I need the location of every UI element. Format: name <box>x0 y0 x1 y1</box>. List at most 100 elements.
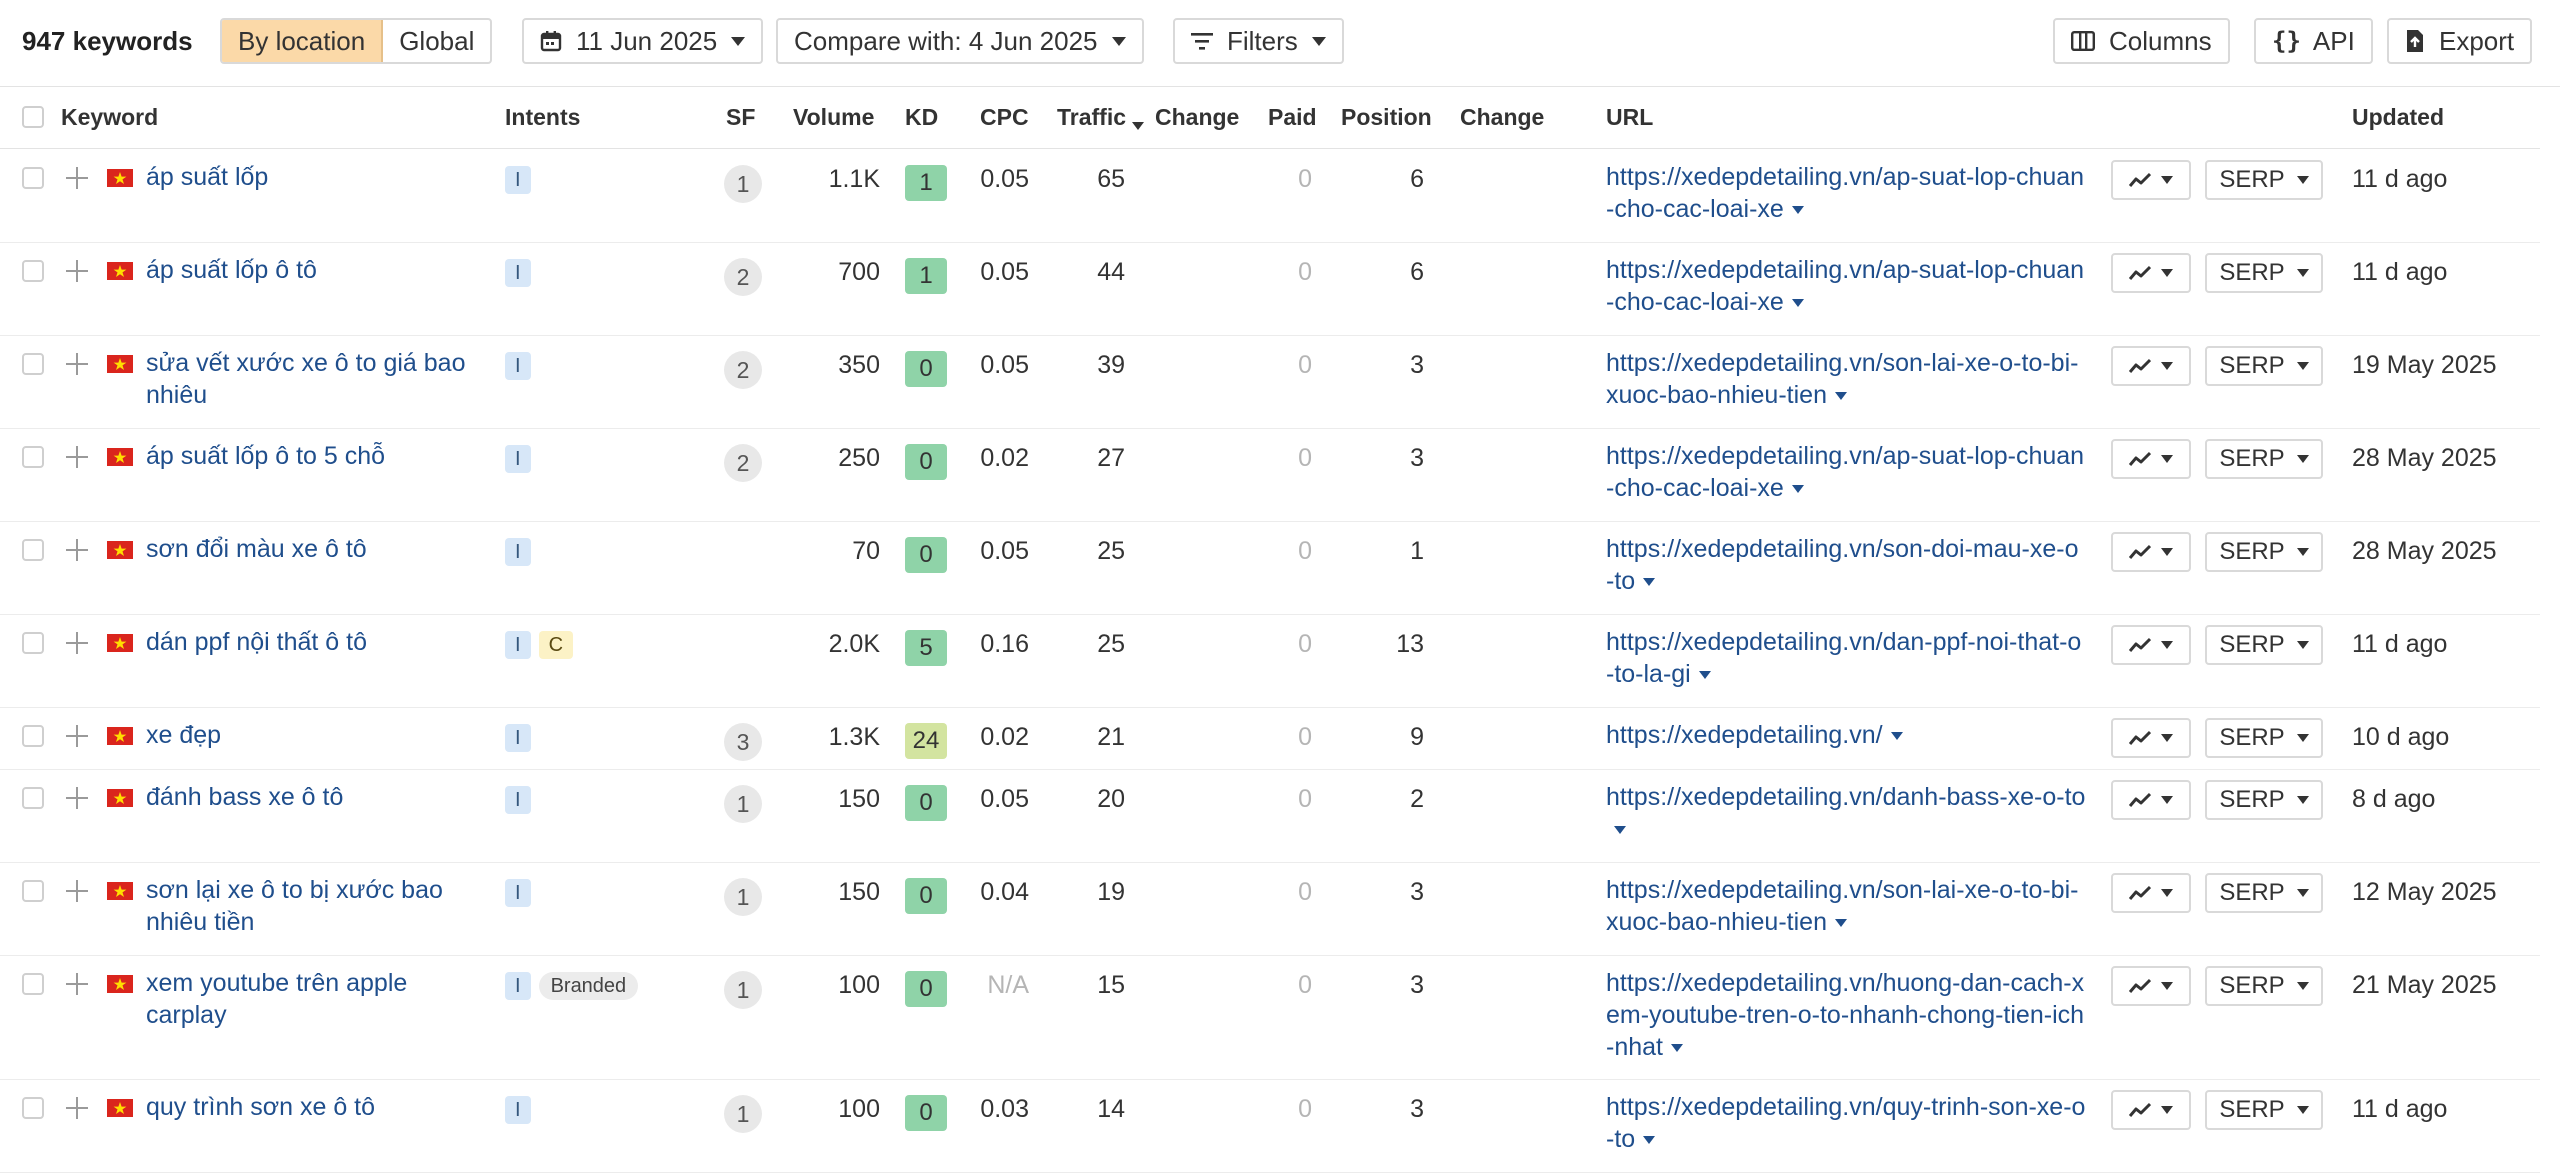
chevron-down-icon[interactable] <box>1791 299 1804 308</box>
columns-button[interactable]: Columns <box>2053 18 2230 64</box>
row-checkbox[interactable] <box>22 973 44 995</box>
row-checkbox[interactable] <box>22 632 44 654</box>
serp-button[interactable]: SERP <box>2205 439 2323 479</box>
keyword-link[interactable]: xe đẹp <box>146 719 476 751</box>
serp-features-count[interactable]: 2 <box>724 351 762 389</box>
trend-button[interactable] <box>2111 718 2191 758</box>
plus-icon[interactable] <box>66 539 88 561</box>
row-checkbox[interactable] <box>22 167 44 189</box>
serp-button[interactable]: SERP <box>2205 873 2323 913</box>
chevron-down-icon[interactable] <box>1834 392 1847 401</box>
select-all-checkbox[interactable] <box>22 106 44 128</box>
col-volume[interactable]: Volume <box>793 104 874 131</box>
plus-icon[interactable] <box>66 973 88 995</box>
serp-button[interactable]: SERP <box>2205 253 2323 293</box>
plus-icon[interactable] <box>66 446 88 468</box>
row-checkbox[interactable] <box>22 1097 44 1119</box>
chevron-down-icon[interactable] <box>1643 1136 1656 1145</box>
row-checkbox[interactable] <box>22 260 44 282</box>
trend-button[interactable] <box>2111 439 2191 479</box>
serp-button[interactable]: SERP <box>2205 625 2323 665</box>
row-checkbox[interactable] <box>22 446 44 468</box>
chevron-down-icon[interactable] <box>1791 206 1804 215</box>
col-intents[interactable]: Intents <box>505 104 580 131</box>
serp-features-count[interactable]: 1 <box>724 165 762 203</box>
col-cpc[interactable]: CPC <box>980 104 1029 131</box>
chevron-down-icon[interactable] <box>1791 485 1804 494</box>
by-location-button[interactable]: By location <box>222 20 384 62</box>
row-checkbox[interactable] <box>22 787 44 809</box>
keyword-link[interactable]: quy trình sơn xe ô tô <box>146 1091 476 1123</box>
col-kd[interactable]: KD <box>905 104 938 131</box>
col-traffic[interactable]: Traffic <box>1057 104 1145 131</box>
plus-icon[interactable] <box>66 353 88 375</box>
col-updated[interactable]: Updated <box>2352 104 2444 131</box>
chevron-down-icon[interactable] <box>1614 826 1626 835</box>
url-link[interactable]: https://xedepdetailing.vn/ <box>1606 719 2086 751</box>
plus-icon[interactable] <box>66 1097 88 1119</box>
url-link[interactable]: https://xedepdetailing.vn/ap-suat-lop-ch… <box>1606 161 2086 225</box>
chevron-down-icon[interactable] <box>1834 919 1847 928</box>
col-paid[interactable]: Paid <box>1268 104 1317 131</box>
keyword-link[interactable]: sửa vết xước xe ô to giá bao nhiêu <box>146 347 476 411</box>
trend-button[interactable] <box>2111 780 2191 820</box>
url-link[interactable]: https://xedepdetailing.vn/ap-suat-lop-ch… <box>1606 254 2086 318</box>
compare-button[interactable]: Compare with: 4 Jun 2025 <box>776 18 1144 64</box>
col-position-change[interactable]: Change <box>1460 104 1544 131</box>
trend-button[interactable] <box>2111 873 2191 913</box>
global-button[interactable]: Global <box>383 20 490 62</box>
col-traffic-change[interactable]: Change <box>1155 104 1239 131</box>
filters-button[interactable]: Filters <box>1173 18 1344 64</box>
url-link[interactable]: https://xedepdetailing.vn/son-lai-xe-o-t… <box>1606 347 2086 411</box>
url-link[interactable]: https://xedepdetailing.vn/danh-bass-xe-o… <box>1606 781 2086 845</box>
trend-button[interactable] <box>2111 253 2191 293</box>
keyword-link[interactable]: sơn lại xe ô to bị xước bao nhiêu tiền <box>146 874 476 938</box>
serp-features-count[interactable]: 1 <box>724 971 762 1009</box>
chevron-down-icon[interactable] <box>1643 578 1656 587</box>
url-link[interactable]: https://xedepdetailing.vn/quy-trinh-son-… <box>1606 1091 2086 1155</box>
serp-features-count[interactable]: 2 <box>724 444 762 482</box>
trend-button[interactable] <box>2111 1090 2191 1130</box>
keyword-link[interactable]: dán ppf nội thất ô tô <box>146 626 476 658</box>
trend-button[interactable] <box>2111 625 2191 665</box>
keyword-link[interactable]: xem youtube trên apple carplay <box>146 967 476 1031</box>
col-keyword[interactable]: Keyword <box>61 104 158 131</box>
export-button[interactable]: Export <box>2387 18 2533 64</box>
col-position[interactable]: Position <box>1341 104 1432 131</box>
serp-button[interactable]: SERP <box>2205 346 2323 386</box>
url-link[interactable]: https://xedepdetailing.vn/ap-suat-lop-ch… <box>1606 440 2086 504</box>
chevron-down-icon[interactable] <box>1670 1044 1683 1053</box>
serp-button[interactable]: SERP <box>2205 532 2323 572</box>
row-checkbox[interactable] <box>22 725 44 747</box>
plus-icon[interactable] <box>66 260 88 282</box>
trend-button[interactable] <box>2111 160 2191 200</box>
serp-button[interactable]: SERP <box>2205 718 2323 758</box>
serp-button[interactable]: SERP <box>2205 1090 2323 1130</box>
row-checkbox[interactable] <box>22 539 44 561</box>
serp-features-count[interactable]: 1 <box>724 785 762 823</box>
col-url[interactable]: URL <box>1606 104 1653 131</box>
trend-button[interactable] <box>2111 346 2191 386</box>
chevron-down-icon[interactable] <box>1890 732 1903 741</box>
url-link[interactable]: https://xedepdetailing.vn/huong-dan-cach… <box>1606 967 2086 1063</box>
plus-icon[interactable] <box>66 632 88 654</box>
keyword-link[interactable]: áp suất lốp ô to 5 chỗ <box>146 440 476 472</box>
plus-icon[interactable] <box>66 787 88 809</box>
row-checkbox[interactable] <box>22 880 44 902</box>
url-link[interactable]: https://xedepdetailing.vn/son-lai-xe-o-t… <box>1606 874 2086 938</box>
serp-features-count[interactable]: 1 <box>724 878 762 916</box>
date-picker-button[interactable]: 11 Jun 2025 <box>522 18 764 64</box>
serp-button[interactable]: SERP <box>2205 780 2323 820</box>
serp-features-count[interactable]: 2 <box>724 258 762 296</box>
url-link[interactable]: https://xedepdetailing.vn/dan-ppf-noi-th… <box>1606 626 2086 690</box>
api-button[interactable]: {} API <box>2254 18 2373 64</box>
plus-icon[interactable] <box>66 725 88 747</box>
chevron-down-icon[interactable] <box>1698 671 1711 680</box>
row-checkbox[interactable] <box>22 353 44 375</box>
trend-button[interactable] <box>2111 532 2191 572</box>
col-sf[interactable]: SF <box>726 104 755 131</box>
plus-icon[interactable] <box>66 880 88 902</box>
plus-icon[interactable] <box>66 167 88 189</box>
trend-button[interactable] <box>2111 966 2191 1006</box>
serp-button[interactable]: SERP <box>2205 160 2323 200</box>
